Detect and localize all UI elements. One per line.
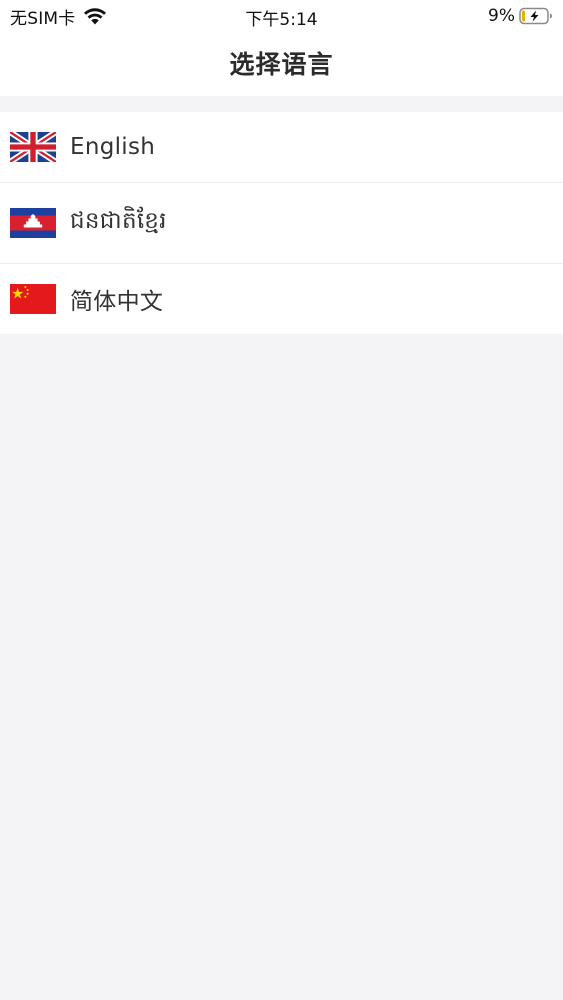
battery-charging-icon — [519, 7, 552, 25]
cambodia-flag-icon — [10, 208, 56, 238]
language-item-english[interactable]: English — [0, 112, 563, 182]
language-label-khmer: ជនជាតិខ្មែរ — [70, 207, 167, 234]
uk-flag-icon — [10, 132, 56, 162]
status-bar: 无SIM卡 下午5:14 9% — [0, 0, 563, 32]
language-label-chinese: 简体中文 — [70, 289, 164, 315]
language-item-khmer[interactable]: ជនជាតិខ្មែរ — [0, 183, 563, 263]
battery-percent: 9% — [488, 6, 515, 26]
language-list: English ជនជាតិខ្មែរ 简体中文 — [0, 112, 563, 334]
status-time: 下午5:14 — [245, 10, 318, 30]
language-item-chinese[interactable]: 简体中文 — [0, 264, 563, 334]
language-label-english: English — [70, 134, 156, 160]
china-flag-icon — [10, 284, 56, 314]
battery-group: 9% — [488, 5, 553, 27]
navigation-bar: 选择语言 — [0, 32, 563, 96]
page-title: 选择语言 — [229, 50, 334, 79]
